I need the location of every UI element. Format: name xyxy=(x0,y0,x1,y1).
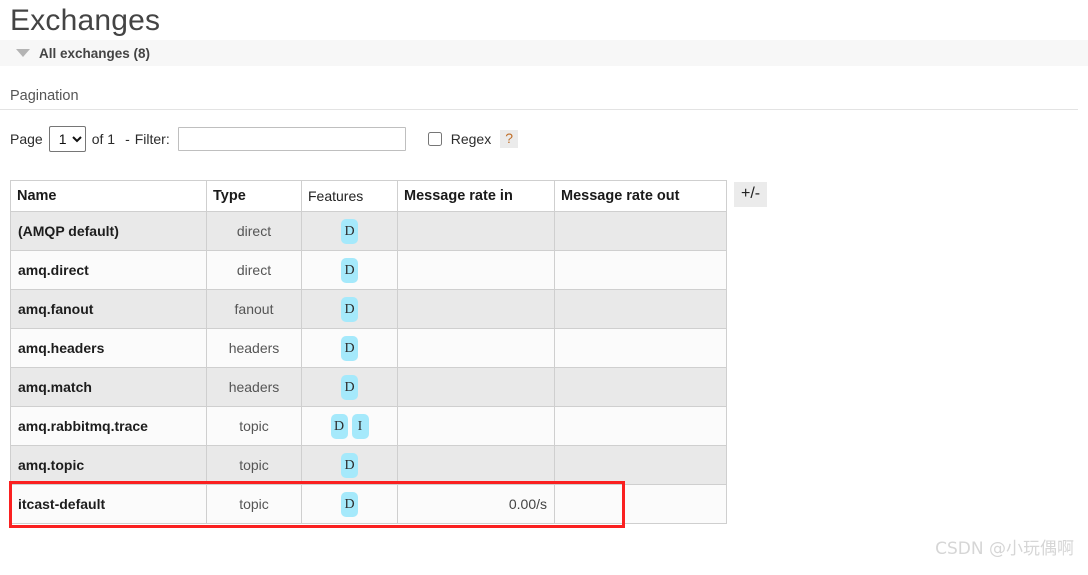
all-exchanges-section-header[interactable]: All exchanges (8) xyxy=(0,40,1088,66)
pagination-controls: Page 1 of 1 - Filter: Regex ? xyxy=(10,126,1088,152)
regex-label: Regex xyxy=(450,131,492,147)
cell-message-rate-out xyxy=(554,406,727,446)
cell-type: topic xyxy=(206,406,302,446)
cell-message-rate-in xyxy=(397,445,555,485)
cell-type: topic xyxy=(206,484,302,524)
pagination-divider xyxy=(0,109,1078,110)
page-title: Exchanges xyxy=(10,4,161,37)
table-row[interactable]: (AMQP default) direct D xyxy=(10,211,727,251)
cell-message-rate-out xyxy=(554,445,727,485)
filter-label: Filter: xyxy=(134,131,170,147)
cell-message-rate-out xyxy=(554,289,727,329)
table-header-row: Name Type Features Message rate in Messa… xyxy=(10,180,727,212)
feature-badge: D xyxy=(341,218,358,244)
column-header-name[interactable]: Name xyxy=(10,180,207,212)
cell-features: DI xyxy=(301,406,398,446)
cell-name[interactable]: (AMQP default) xyxy=(10,211,207,251)
cell-name[interactable]: amq.rabbitmq.trace xyxy=(10,406,207,446)
all-exchanges-label: All exchanges (8) xyxy=(39,45,151,61)
table-row[interactable]: amq.topic topic D xyxy=(10,445,727,485)
cell-message-rate-in: 0.00/s xyxy=(397,484,555,524)
exchanges-table-wrap: Name Type Features Message rate in Messa… xyxy=(0,180,1088,524)
feature-badge: D xyxy=(341,335,358,361)
regex-checkbox[interactable] xyxy=(427,132,442,146)
feature-badge: I xyxy=(351,413,369,439)
cell-features: D xyxy=(301,289,398,329)
table-row[interactable]: amq.rabbitmq.trace topic D I xyxy=(10,406,727,446)
feature-badge: D xyxy=(341,491,358,517)
table-row[interactable]: amq.direct direct D xyxy=(10,250,727,290)
column-header-message-rate-in[interactable]: Message rate in xyxy=(397,180,555,212)
cell-type: topic xyxy=(206,445,302,485)
cell-type: headers xyxy=(206,328,302,368)
feature-badge: D xyxy=(330,413,348,439)
table-row[interactable]: amq.fanout fanout D xyxy=(10,289,727,329)
cell-type: fanout xyxy=(206,289,302,329)
column-header-type[interactable]: Type xyxy=(206,180,302,212)
cell-message-rate-out xyxy=(554,484,727,524)
filter-input[interactable] xyxy=(177,127,406,151)
cell-message-rate-in xyxy=(397,289,555,329)
feature-badge: D xyxy=(341,374,358,400)
feature-badge: D xyxy=(341,296,358,322)
cell-message-rate-out xyxy=(554,328,727,368)
cell-name[interactable]: amq.headers xyxy=(10,328,207,368)
column-header-features[interactable]: Features xyxy=(301,180,398,212)
cell-message-rate-in xyxy=(397,367,555,407)
feature-badge: D xyxy=(341,452,358,478)
cell-message-rate-out xyxy=(554,367,727,407)
page-select[interactable]: 1 xyxy=(48,126,86,152)
pagination-heading: Pagination xyxy=(10,88,79,104)
cell-message-rate-in xyxy=(397,406,555,446)
pagination-section: Pagination Page 1 of 1 - Filter: Regex ? xyxy=(0,88,1088,152)
cell-features: D xyxy=(301,367,398,407)
column-header-message-rate-out[interactable]: Message rate out xyxy=(554,180,727,212)
watermark: CSDN @小玩偶啊 xyxy=(935,539,1074,559)
cell-name[interactable]: amq.match xyxy=(10,367,207,407)
page-label: Page xyxy=(10,131,43,147)
table-row[interactable]: itcast-default topic D 0.00/s xyxy=(10,484,727,524)
cell-features: D xyxy=(301,484,398,524)
separator-dash: - xyxy=(125,131,130,147)
help-icon[interactable]: ? xyxy=(500,130,518,148)
cell-message-rate-out xyxy=(554,211,727,251)
page-total-label: of 1 xyxy=(91,131,116,147)
cell-name[interactable]: amq.topic xyxy=(10,445,207,485)
triangle-down-icon[interactable] xyxy=(16,49,30,57)
exchanges-table-body: (AMQP default) direct Damq.direct direct Dam… xyxy=(10,211,727,524)
column-toggle-button[interactable]: +/- xyxy=(734,182,768,207)
cell-type: direct xyxy=(206,211,302,251)
feature-badge: D xyxy=(341,257,358,283)
cell-type: direct xyxy=(206,250,302,290)
cell-features: D xyxy=(301,328,398,368)
cell-type: headers xyxy=(206,367,302,407)
cell-message-rate-in xyxy=(397,250,555,290)
table-row[interactable]: amq.match headers D xyxy=(10,367,727,407)
cell-features: D xyxy=(301,445,398,485)
exchanges-table: Name Type Features Message rate in Messa… xyxy=(10,180,727,524)
table-row[interactable]: amq.headers headers D xyxy=(10,328,727,368)
cell-message-rate-in xyxy=(397,211,555,251)
cell-features: D xyxy=(301,250,398,290)
cell-name[interactable]: itcast-default xyxy=(10,484,207,524)
cell-message-rate-out xyxy=(554,250,727,290)
cell-message-rate-in xyxy=(397,328,555,368)
cell-name[interactable]: amq.fanout xyxy=(10,289,207,329)
cell-features: D xyxy=(301,211,398,251)
cell-name[interactable]: amq.direct xyxy=(10,250,207,290)
